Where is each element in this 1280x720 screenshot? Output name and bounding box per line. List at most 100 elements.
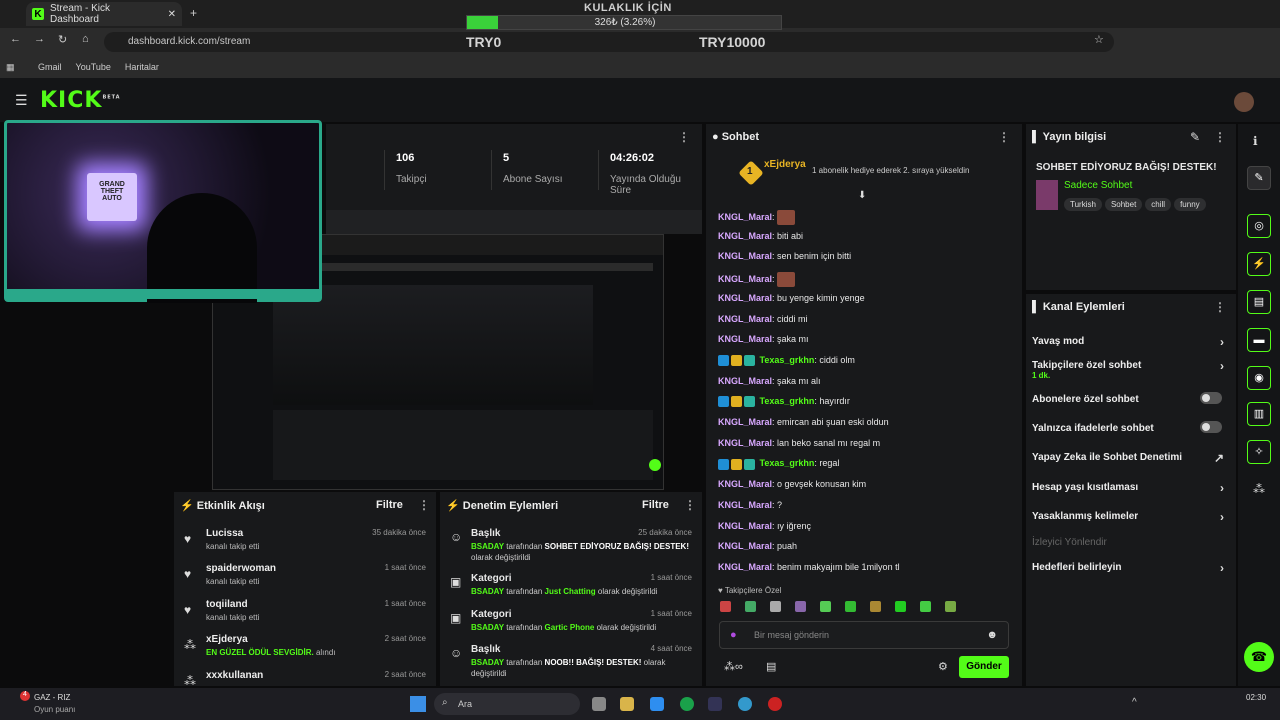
document-icon[interactable]: ▤ [1247,290,1271,314]
chat-username[interactable]: KNGL_Maral [718,293,772,303]
windows-start-icon[interactable] [410,696,426,712]
subscribers-only-toggle[interactable] [1200,392,1222,404]
chat-username[interactable]: KNGL_Maral [718,417,772,427]
chat-username[interactable]: KNGL_Maral [718,231,772,241]
chat-username[interactable]: Texas_grkhn [760,355,815,365]
edit-icon[interactable]: ✎ [1247,166,1271,190]
emote-only-item[interactable]: Yalnızca ifadelerle sohbet [1032,421,1228,434]
emote[interactable] [895,601,906,612]
chat-username[interactable]: KNGL_Maral [718,376,772,386]
bookmark-maps[interactable]: Haritalar [125,62,159,72]
actions-menu-icon[interactable]: ⋮ [1214,300,1226,314]
info-menu-icon[interactable]: ⋮ [1214,130,1226,144]
goals-item[interactable]: Hedefleri belirleyin › [1032,561,1228,575]
emote[interactable] [920,601,931,612]
home-icon[interactable]: ⌂ [82,33,89,45]
chat-username[interactable]: KNGL_Maral [718,251,772,261]
chat-icon[interactable]: ▬ [1247,328,1271,352]
moderation-menu-icon[interactable]: ⋮ [684,498,696,512]
layout-icon[interactable]: ▥ [1247,402,1271,426]
event-filter-button[interactable]: Filtre [376,499,403,511]
widget-label[interactable]: GAZ - RIZ [34,693,70,702]
emote[interactable] [845,601,856,612]
banned-words-item[interactable]: Yasaklanmış kelimeler › [1032,510,1228,524]
chat-username[interactable]: Texas_grkhn [760,458,815,468]
slow-mode-item[interactable]: Yavaş mod › [1032,335,1228,349]
moderation-filter-button[interactable]: Filtre [642,499,669,511]
points-icon[interactable]: ⁂∞ [724,660,743,673]
help-chat-icon[interactable]: ☎ [1244,642,1274,672]
bookmark-star-icon[interactable]: ☆ [1094,33,1104,46]
task-view-icon[interactable] [592,697,606,711]
moderation-title: ⚡ Denetim Eylemleri [446,500,559,512]
back-icon[interactable]: ← [10,33,21,45]
notification-badge: 4 [20,691,30,701]
broadcast-icon[interactable]: ◉ [1247,366,1271,390]
reload-icon[interactable]: ↻ [58,33,67,46]
collapse-icon[interactable]: ⬇ [858,190,866,201]
event-menu-icon[interactable]: ⋮ [418,498,430,512]
info-icon[interactable]: ℹ [1253,134,1258,148]
forward-icon[interactable]: → [34,33,45,45]
emote[interactable] [745,601,756,612]
taskbar-search[interactable]: Ara [434,693,580,715]
chat-username[interactable]: KNGL_Maral [718,562,772,572]
chat-menu-icon[interactable]: ⋮ [998,130,1010,144]
new-tab-button[interactable]: + [190,6,197,20]
chrome-icon[interactable] [738,697,752,711]
chat-username[interactable]: KNGL_Maral [718,212,772,222]
subscribers-only-item[interactable]: Abonelere özel sohbet [1032,392,1228,405]
spotify-icon[interactable] [680,697,694,711]
mic-icon: ● [730,629,737,641]
send-button[interactable]: Gönder [959,656,1009,678]
chat-username[interactable]: KNGL_Maral [718,521,772,531]
kick-logo[interactable]: KICKBETA [40,88,121,113]
chat-username[interactable]: KNGL_Maral [718,500,772,510]
wrench-icon[interactable]: ✧ [1247,440,1271,464]
bookmark-youtube[interactable]: YouTube [76,62,111,72]
store-icon[interactable]: ▤ [766,660,776,673]
emoji-icon[interactable]: ☻ [986,629,998,641]
right-sidebar: ℹ ✎ ◎ ⚡ ▤ ▬ ◉ ▥ ✧ ⁂ ☎ [1238,124,1280,686]
emote[interactable] [795,601,806,612]
url-field[interactable]: dashboard.kick.com/stream [104,32,1114,52]
bolt-icon[interactable]: ⚡ [1247,252,1271,276]
chat-username[interactable]: KNGL_Maral [718,541,772,551]
account-age-item[interactable]: Hesap yaşı kısıtlaması › [1032,481,1228,495]
emote[interactable] [870,601,881,612]
ai-moderation-item[interactable]: Yapay Zeka ile Sohbet Denetimi ↗ [1032,451,1228,465]
stats-menu-icon[interactable]: ⋮ [678,130,690,144]
chevron-up-icon[interactable]: ^ [1132,697,1137,708]
opera-icon[interactable] [768,697,782,711]
close-tab-icon[interactable]: ✕ [168,9,176,20]
capture-icon[interactable]: ◎ [1247,214,1271,238]
chat-username[interactable]: KNGL_Maral [718,314,772,324]
file-explorer-icon[interactable] [620,697,634,711]
chat-username[interactable]: KNGL_Maral [718,438,772,448]
avatar[interactable] [1234,92,1254,112]
hamburger-menu-icon[interactable]: ☰ [15,92,28,109]
edit-icon[interactable]: ✎ [1190,130,1200,144]
bookmarks-bar: ▦ Gmail YouTube Haritalar [0,56,1280,78]
followers-only-item[interactable]: Takipçilere özel sohbet 1 dk. › [1032,359,1228,380]
chat-input[interactable]: ● Bir mesaj gönderin ☻ [719,621,1009,649]
emote[interactable] [945,601,956,612]
stream-category[interactable]: Sadece Sohbet [1064,180,1132,191]
taskbar [0,688,1280,720]
chat-username[interactable]: KNGL_Maral [718,334,772,344]
chat-username[interactable]: Texas_grkhn [760,396,815,406]
edge-icon[interactable] [650,697,664,711]
apps-icon[interactable]: ▦ [6,62,24,73]
settings-gear-icon[interactable]: ⚙ [938,660,948,673]
steam-icon[interactable] [708,697,722,711]
points-icon[interactable]: ⁂ [1253,482,1265,496]
chat-message: KNGL_Maral: şaka mı [718,334,809,345]
browser-tab[interactable]: K Stream - Kick Dashboard ✕ [26,2,182,26]
emote-only-toggle[interactable] [1200,421,1222,433]
bookmark-gmail[interactable]: Gmail [38,62,62,72]
emote[interactable] [720,601,731,612]
chat-username[interactable]: KNGL_Maral [718,274,772,284]
chat-username[interactable]: KNGL_Maral [718,479,772,489]
emote[interactable] [770,601,781,612]
emote[interactable] [820,601,831,612]
